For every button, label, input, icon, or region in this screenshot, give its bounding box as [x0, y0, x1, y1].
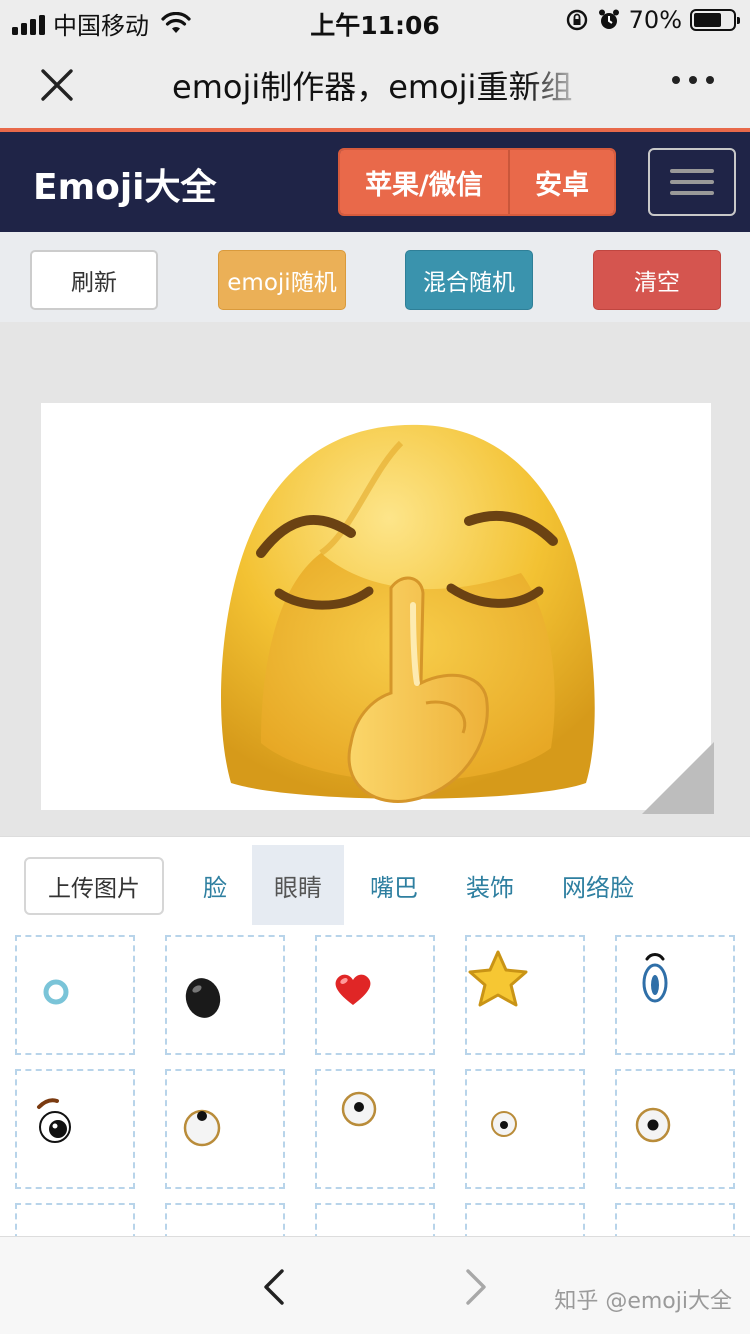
round-eye-icon [635, 1107, 671, 1143]
heart-eye-item[interactable] [315, 935, 435, 1055]
small-pupil-eye-item[interactable] [465, 1069, 585, 1189]
eye-item-partial[interactable] [615, 1203, 735, 1236]
mix-random-button[interactable]: 混合随机 [405, 250, 533, 310]
more-icon[interactable] [672, 76, 714, 84]
canvas-area [0, 322, 750, 836]
emoji-random-button[interactable]: emoji随机 [218, 250, 346, 310]
platform-switch: 苹果/微信 安卓 [338, 148, 616, 216]
clear-button[interactable]: 清空 [593, 250, 721, 310]
eye-item-partial[interactable] [315, 1203, 435, 1236]
hamburger-menu-icon[interactable] [648, 148, 736, 216]
emoji-canvas[interactable] [41, 403, 714, 814]
round-eye-item[interactable] [615, 1069, 735, 1189]
eye-item-partial[interactable] [15, 1203, 135, 1236]
page-curl-icon[interactable] [642, 742, 714, 814]
ring-eye-item[interactable] [15, 935, 135, 1055]
heart-eye-icon [335, 974, 371, 1005]
battery-fill [694, 13, 721, 27]
tab-eyes[interactable]: 眼睛 [252, 845, 344, 925]
apple-wechat-button[interactable]: 苹果/微信 [340, 150, 510, 214]
winking-brow-eye-item[interactable] [15, 1069, 135, 1189]
tab-internet-face[interactable]: 网络脸 [552, 845, 644, 925]
brand-logo[interactable]: Emoji大全 [33, 158, 217, 210]
refresh-button[interactable]: 刷新 [30, 250, 158, 310]
looking-up-eye-item[interactable] [315, 1069, 435, 1189]
parts-panel: 上传图片 脸 眼睛 嘴巴 装饰 网络脸 [0, 836, 750, 1236]
zhihu-watermark: 知乎 @emoji大全 [554, 1289, 732, 1314]
browser-header: emoji制作器，emoji重新组 [0, 42, 750, 128]
close-icon[interactable] [36, 64, 78, 106]
upload-image-button[interactable]: 上传图片 [24, 857, 164, 915]
rotation-lock-icon [566, 9, 587, 31]
page-title: emoji制作器，emoji重新组 [172, 68, 573, 106]
small-pupil-eye-icon [491, 1111, 517, 1137]
battery-icon [690, 9, 740, 31]
alarm-icon [598, 9, 619, 29]
rolling-eye-icon [183, 1109, 221, 1147]
tall-oval-eye-item[interactable] [615, 935, 735, 1055]
eye-item-partial[interactable] [165, 1203, 285, 1236]
eye-item-partial[interactable] [465, 1203, 585, 1236]
android-button[interactable]: 安卓 [510, 150, 614, 214]
forward-icon[interactable] [460, 1267, 492, 1307]
rolling-eye-item[interactable] [165, 1069, 285, 1189]
tab-decoration[interactable]: 装饰 [456, 845, 524, 925]
action-bar: 刷新 emoji随机 混合随机 清空 [0, 232, 750, 322]
status-bar: 中国移动 上午11:06 70% [0, 0, 750, 42]
battery-percent: 70% [628, 6, 682, 34]
tab-face[interactable]: 脸 [190, 845, 240, 925]
site-navbar: Emoji大全 苹果/微信 安卓 [0, 132, 750, 232]
tab-mouth[interactable]: 嘴巴 [360, 845, 428, 925]
black-oval-eye-icon [185, 978, 221, 1018]
back-icon[interactable] [258, 1267, 290, 1307]
star-eye-item[interactable] [465, 935, 585, 1055]
ring-eye-icon [43, 979, 69, 1005]
winking-brow-eye-icon [37, 1098, 71, 1143]
star-eye-icon [468, 950, 528, 1007]
shushing-emoji-preview [221, 424, 595, 803]
browser-bottom-bar: 知乎 @emoji大全 [0, 1236, 750, 1334]
tall-oval-eye-icon [642, 953, 668, 1003]
looking-up-eye-icon [341, 1091, 377, 1127]
black-oval-eye-item[interactable] [165, 935, 285, 1055]
